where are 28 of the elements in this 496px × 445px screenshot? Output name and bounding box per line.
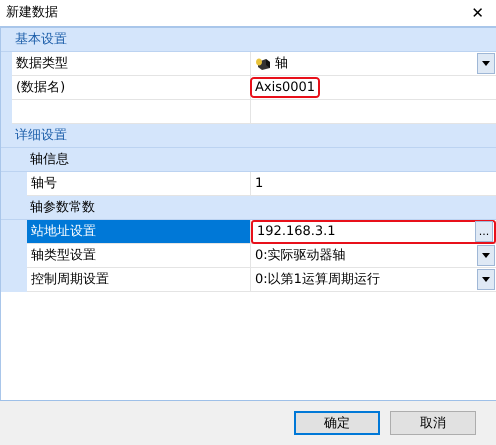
ok-button[interactable]: 确定 xyxy=(294,411,380,435)
caret-icon xyxy=(482,61,490,66)
dropdown-button[interactable] xyxy=(477,269,495,290)
property-value: 轴 xyxy=(275,54,288,73)
property-value: 0:以第1运算周期运行 xyxy=(254,270,381,289)
indent-margin xyxy=(1,268,27,292)
property-name[interactable]: 轴类型设置 xyxy=(27,244,251,268)
property-value: 0:实际驱动器轴 xyxy=(254,246,347,265)
ellipsis-button[interactable]: ... xyxy=(475,221,493,242)
property-value: 192.168.3.1 xyxy=(256,222,337,241)
category-label: 轴信息 xyxy=(29,150,69,169)
property-name[interactable]: 数据类型 xyxy=(12,52,251,76)
category-label: 轴参数常数 xyxy=(29,198,95,217)
property-value: 1 xyxy=(254,174,264,193)
caret-icon xyxy=(482,277,490,282)
close-button[interactable]: ✕ xyxy=(467,6,488,20)
cancel-button[interactable]: 取消 xyxy=(390,411,476,435)
property-name[interactable]: 控制周期设置 xyxy=(27,268,251,292)
category-label: 详细设置 xyxy=(14,126,67,145)
property-name[interactable]: (数据名) xyxy=(12,76,251,100)
property-value: Axis0001 xyxy=(251,78,320,98)
caret-icon xyxy=(482,253,490,258)
category-label: 基本设置 xyxy=(14,30,67,49)
window-title: 新建数据 xyxy=(6,4,58,22)
dropdown-button[interactable] xyxy=(477,53,495,74)
property-name[interactable]: 站地址设置 xyxy=(27,220,251,244)
axis-icon xyxy=(255,56,271,70)
dropdown-button[interactable] xyxy=(477,245,495,266)
